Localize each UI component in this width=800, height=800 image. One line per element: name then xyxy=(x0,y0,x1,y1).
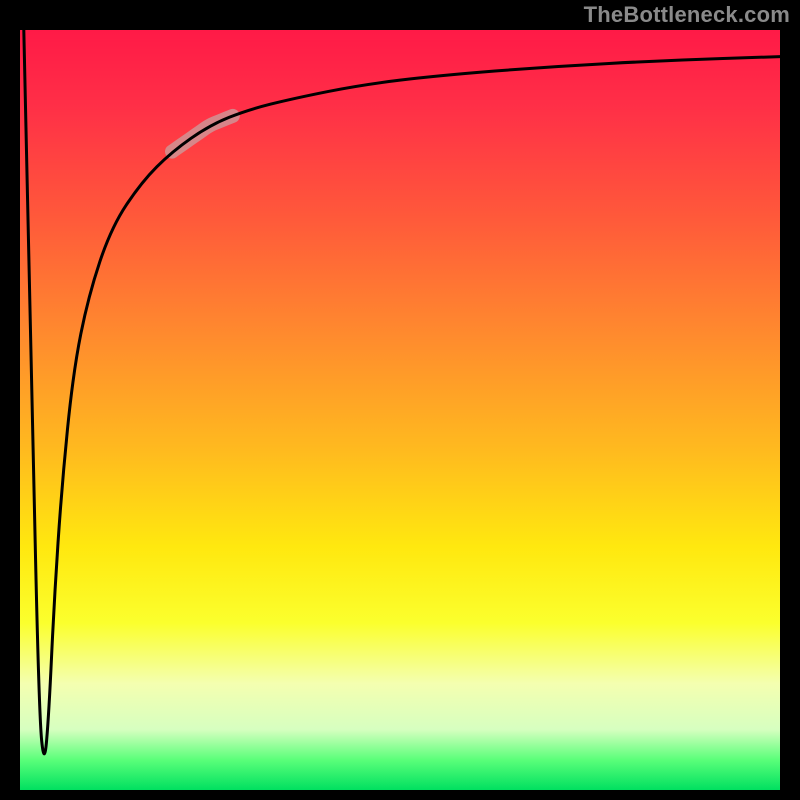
chart-frame: TheBottleneck.com xyxy=(0,0,800,800)
curve-layer xyxy=(20,30,780,790)
attribution-text: TheBottleneck.com xyxy=(584,2,790,28)
bottleneck-curve xyxy=(24,30,780,754)
plot-area xyxy=(20,30,780,790)
